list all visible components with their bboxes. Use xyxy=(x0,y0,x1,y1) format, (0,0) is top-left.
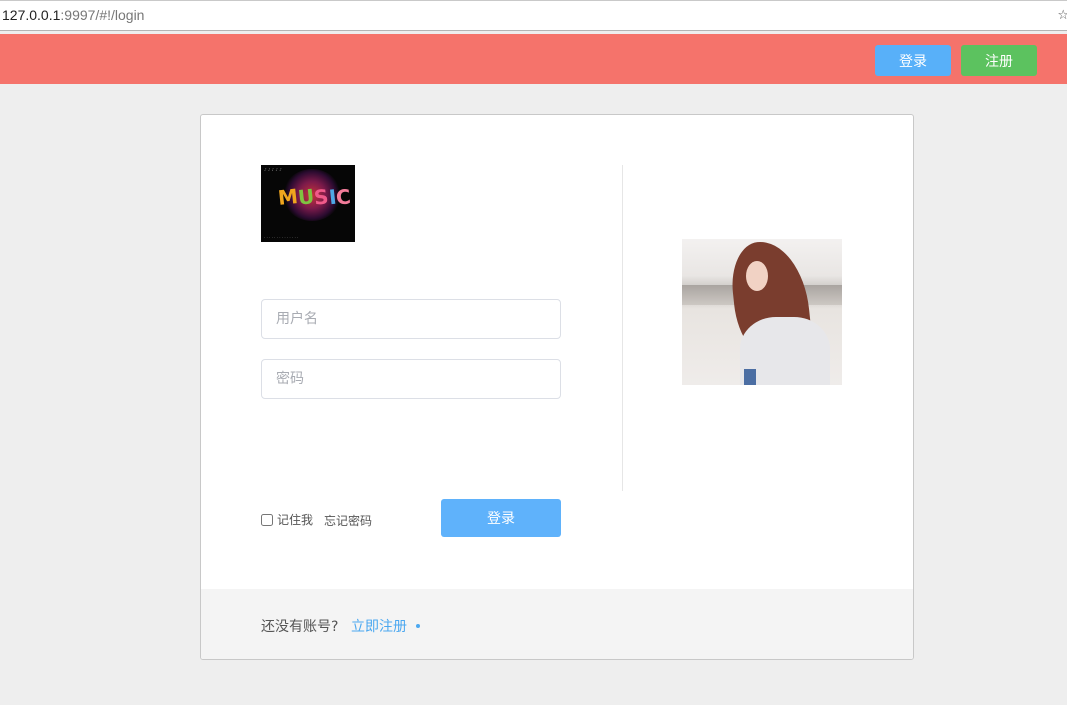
girl-photo xyxy=(682,239,842,385)
remember-checkbox[interactable] xyxy=(261,513,273,526)
remember-me[interactable]: 记住我 xyxy=(261,511,313,528)
nav-login-button[interactable]: 登录 xyxy=(875,45,951,76)
login-card: MUSIC ♪ ♪ ♪ ♪ ♪ · · · · · · · · · · · · … xyxy=(200,114,914,660)
no-account-text: 还没有账号? xyxy=(261,619,339,635)
url-text[interactable]: 127.0.0.1:9997/#!/login xyxy=(2,7,144,23)
logo-caption-bottom: · · · · · · · · · · · · · · xyxy=(264,235,299,240)
url-path: :9997/#!/login xyxy=(60,7,145,23)
browser-address-bar[interactable]: 127.0.0.1:9997/#!/login ☆ xyxy=(0,0,1067,31)
star-icon[interactable]: ☆ xyxy=(1057,8,1067,23)
password-input[interactable] xyxy=(261,359,561,399)
remember-label: 记住我 xyxy=(277,513,314,527)
username-input[interactable] xyxy=(261,299,561,339)
forgot-password-link[interactable]: 忘记密码 xyxy=(324,512,372,529)
card-footer: 还没有账号? 立即注册 xyxy=(201,589,913,659)
link-dot-icon xyxy=(416,624,420,628)
nav-register-button[interactable]: 注册 xyxy=(961,45,1037,76)
logo-caption-top: ♪ ♪ ♪ ♪ ♪ xyxy=(264,167,282,172)
logo-word: MUSIC xyxy=(276,184,352,210)
vertical-divider xyxy=(622,165,623,491)
register-now-link[interactable]: 立即注册 xyxy=(351,616,407,636)
login-submit-button[interactable]: 登录 xyxy=(441,499,561,537)
url-host: 127.0.0.1 xyxy=(2,7,61,23)
music-logo: MUSIC ♪ ♪ ♪ ♪ ♪ · · · · · · · · · · · · … xyxy=(261,165,355,242)
top-nav: 登录 注册 xyxy=(0,34,1067,84)
